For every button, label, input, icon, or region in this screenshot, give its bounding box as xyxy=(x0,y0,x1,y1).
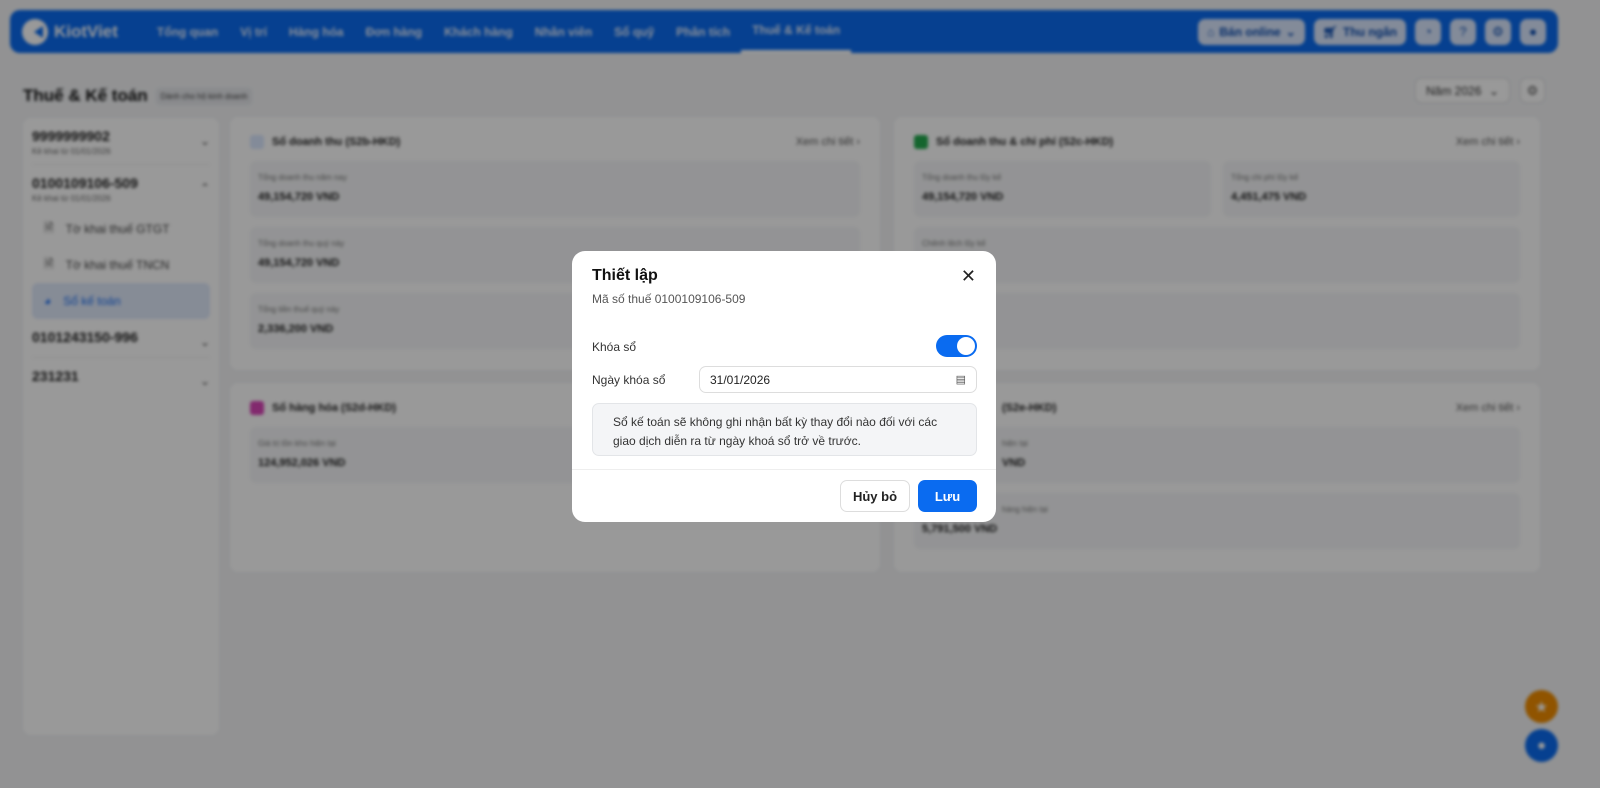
save-button[interactable]: Lưu xyxy=(918,480,977,512)
divider xyxy=(572,469,996,470)
settings-modal: Thiết lập Mã số thuế 0100109106-509 ✕ Kh… xyxy=(572,251,996,522)
info-note: Sổ kế toán sẽ không ghi nhận bất kỳ thay… xyxy=(592,403,977,456)
lock-date-input[interactable]: 31/01/2026 ▤ xyxy=(699,366,977,393)
modal-subtitle: Mã số thuế 0100109106-509 xyxy=(592,292,746,306)
lock-date-label: Ngày khóa sổ xyxy=(592,373,666,387)
cancel-button[interactable]: Hủy bỏ xyxy=(840,480,910,512)
lock-label: Khóa sổ xyxy=(592,340,637,354)
lock-date-value: 31/01/2026 xyxy=(710,372,771,387)
calendar-icon[interactable]: ▤ xyxy=(956,373,966,386)
lock-toggle[interactable] xyxy=(936,335,977,357)
modal-title: Thiết lập xyxy=(592,267,658,284)
close-icon[interactable]: ✕ xyxy=(961,266,976,287)
